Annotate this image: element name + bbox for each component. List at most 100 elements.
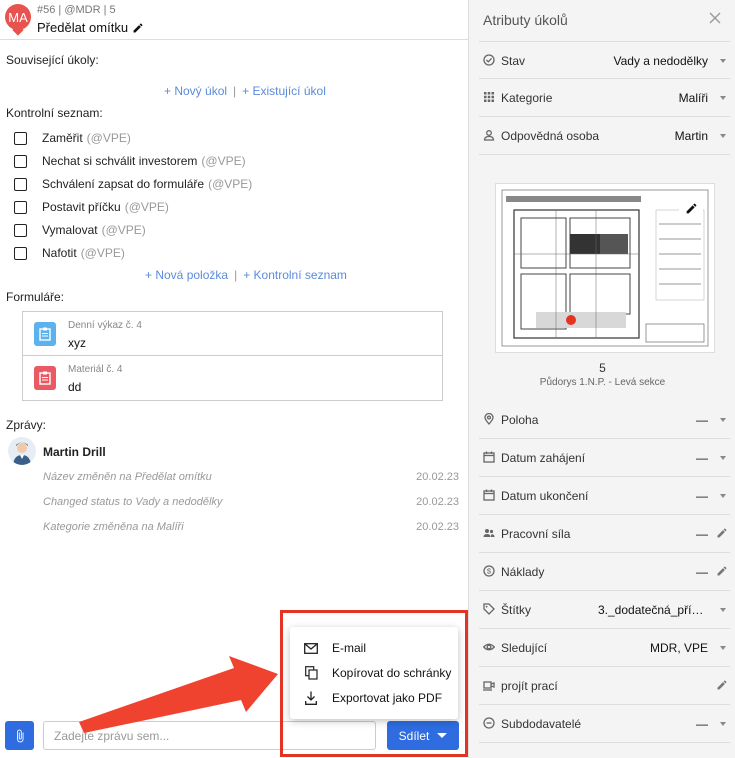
form-card[interactable]: Materiál č. 4 dd bbox=[22, 356, 443, 401]
messages-label: Zprávy: bbox=[6, 418, 47, 432]
checklist-item-text: Postavit příčku bbox=[42, 200, 121, 214]
attribute-row-kategorie[interactable]: Kategorie Malíři bbox=[479, 79, 730, 117]
attribute-value: — bbox=[696, 565, 708, 579]
share-menu-item-pdf[interactable]: Exportovat jako PDF bbox=[290, 686, 458, 710]
share-button-label: Sdílet bbox=[398, 728, 430, 743]
share-menu: E-mail Kopírovat do schránky Exportovat … bbox=[290, 627, 458, 719]
location-pin-icon bbox=[483, 412, 495, 425]
pencil-icon[interactable] bbox=[132, 22, 144, 34]
plan-name: Půdorys 1.N.P. - Levá sekce bbox=[539, 377, 666, 388]
attribute-row-pracovn-s-la[interactable]: Pracovní síla — bbox=[479, 515, 730, 553]
attribute-label: Subdodavatelé bbox=[501, 717, 582, 731]
form-subtitle: Materiál č. 4 bbox=[68, 364, 123, 375]
share-menu-item-label: Kopírovat do schránky bbox=[332, 666, 452, 680]
checklist-label: Kontrolní seznam: bbox=[6, 106, 103, 120]
attribute-row-proj-t-prac-[interactable]: projít prací bbox=[479, 667, 730, 705]
pencil-icon[interactable] bbox=[716, 565, 728, 577]
attribute-row-stav[interactable]: Stav Vady a nedodělky bbox=[479, 41, 730, 79]
close-icon[interactable] bbox=[707, 10, 723, 26]
attribute-label: Sledující bbox=[501, 641, 548, 655]
attribute-row-poloha[interactable]: Poloha — bbox=[479, 401, 730, 439]
forms-label: Formuláře: bbox=[6, 290, 65, 304]
message-line: Changed status to Vady a nedodělky 20.02… bbox=[43, 496, 459, 508]
message-date: 20.02.23 bbox=[416, 496, 459, 508]
task-title[interactable]: Předělat omítku bbox=[37, 20, 144, 35]
person-icon bbox=[483, 129, 495, 141]
calendar-icon bbox=[483, 451, 495, 463]
attribute-row-n-klady[interactable]: $ Náklady — bbox=[479, 553, 730, 591]
checklist-item-assignee: (@VPE) bbox=[124, 200, 169, 214]
caret-down-icon bbox=[720, 59, 726, 63]
attribute-label: Datum ukončení bbox=[501, 489, 589, 503]
attribute-value: MDR, VPE bbox=[649, 641, 708, 655]
attribute-value: — bbox=[696, 489, 708, 503]
checklist-item-text: Nafotit bbox=[42, 246, 77, 260]
attribute-row-sleduj-c-[interactable]: Sledující MDR, VPE bbox=[479, 629, 730, 667]
attribute-row-datum-ukon-en-[interactable]: Datum ukončení — bbox=[479, 477, 730, 515]
attach-button[interactable] bbox=[5, 721, 34, 750]
people-icon bbox=[483, 527, 495, 539]
attributes-title: Atributy úkolů bbox=[483, 12, 568, 28]
checklist-item[interactable]: Schválení zapsat do formuláře (@VPE) bbox=[14, 174, 252, 194]
mail-icon bbox=[304, 641, 318, 655]
caret-down-icon bbox=[720, 418, 726, 422]
form-subtitle: Denní výkaz č. 4 bbox=[68, 320, 142, 331]
attribute-label: projít prací bbox=[501, 679, 558, 693]
attribute-value: — bbox=[696, 413, 708, 427]
checklist-item[interactable]: Vymalovat (@VPE) bbox=[14, 220, 146, 240]
attribute-row-datum-zah-jen-[interactable]: Datum zahájení — bbox=[479, 439, 730, 477]
share-menu-item-label: Exportovat jako PDF bbox=[332, 691, 443, 705]
avatar bbox=[8, 437, 36, 465]
checklist-item[interactable]: Postavit příčku (@VPE) bbox=[14, 197, 169, 217]
svg-text:$: $ bbox=[487, 567, 492, 576]
checklist-item[interactable]: Zaměřit (@VPE) bbox=[14, 128, 131, 148]
existing-task-link[interactable]: + Existující úkol bbox=[242, 84, 326, 98]
new-item-link[interactable]: + Nová položka bbox=[145, 268, 228, 282]
caret-down-icon bbox=[720, 96, 726, 100]
caret-down-icon bbox=[437, 733, 448, 738]
worklog-icon bbox=[483, 679, 495, 691]
share-menu-item-label: E-mail bbox=[332, 641, 367, 655]
checklist-item-text: Zaměřit bbox=[42, 131, 83, 145]
dollar-icon: $ bbox=[483, 565, 495, 577]
checkbox[interactable] bbox=[14, 154, 27, 168]
new-task-link[interactable]: + Nový úkol bbox=[164, 84, 227, 98]
checklist-item[interactable]: Nafotit (@VPE) bbox=[14, 243, 125, 263]
pencil-icon[interactable] bbox=[716, 679, 728, 691]
checklist-item-assignee: (@VPE) bbox=[101, 223, 146, 237]
related-links: + Nový úkol | + Existující úkol bbox=[164, 84, 326, 98]
checkbox[interactable] bbox=[14, 131, 27, 145]
attribute-label: Stav bbox=[501, 54, 526, 68]
checklist-item[interactable]: Nechat si schválit investorem (@VPE) bbox=[14, 151, 246, 171]
attribute-label: Poloha bbox=[501, 413, 539, 427]
attribute-value: Vady a nedodělky bbox=[613, 54, 708, 68]
message-text: Changed status to Vady a nedodělky bbox=[43, 496, 223, 508]
attribute-value: — bbox=[696, 717, 708, 731]
share-button[interactable]: Sdílet bbox=[387, 721, 459, 750]
attribute-row-odpov-dn-osoba[interactable]: Odpovědná osoba Martin bbox=[479, 117, 730, 155]
share-menu-item-copy[interactable]: Kopírovat do schránky bbox=[290, 661, 458, 685]
message-text: Název změněn na Předělat omítku bbox=[43, 471, 212, 483]
subcontractor-icon bbox=[483, 717, 495, 729]
checklist-item-assignee: (@VPE) bbox=[80, 246, 125, 260]
pencil-icon[interactable] bbox=[716, 527, 728, 539]
related-tasks-label: Související úkoly: bbox=[6, 53, 99, 67]
form-card[interactable]: Denní výkaz č. 4 xyz bbox=[22, 311, 443, 356]
new-checklist-link[interactable]: + Kontrolní seznam bbox=[243, 268, 347, 282]
caret-down-icon bbox=[720, 456, 726, 460]
share-menu-item-email[interactable]: E-mail bbox=[290, 636, 458, 660]
message-input[interactable] bbox=[43, 721, 376, 750]
eye-icon bbox=[482, 641, 496, 653]
checkbox[interactable] bbox=[14, 223, 27, 237]
checkbox[interactable] bbox=[14, 246, 27, 260]
form-value: xyz bbox=[68, 336, 86, 350]
attribute-row-subdodavatel-[interactable]: Subdodavatelé — bbox=[479, 705, 730, 743]
checklist-links: + Nová položka | + Kontrolní seznam bbox=[145, 268, 347, 282]
download-icon bbox=[304, 691, 318, 705]
checkbox[interactable] bbox=[14, 177, 27, 191]
checkbox[interactable] bbox=[14, 200, 27, 214]
attribute-row--t-tky[interactable]: Štítky 3._dodatečná_příplatky bbox=[479, 591, 730, 629]
pencil-icon bbox=[686, 203, 696, 213]
edit-plan-button[interactable] bbox=[679, 196, 703, 220]
plan-number: 5 bbox=[599, 361, 606, 375]
